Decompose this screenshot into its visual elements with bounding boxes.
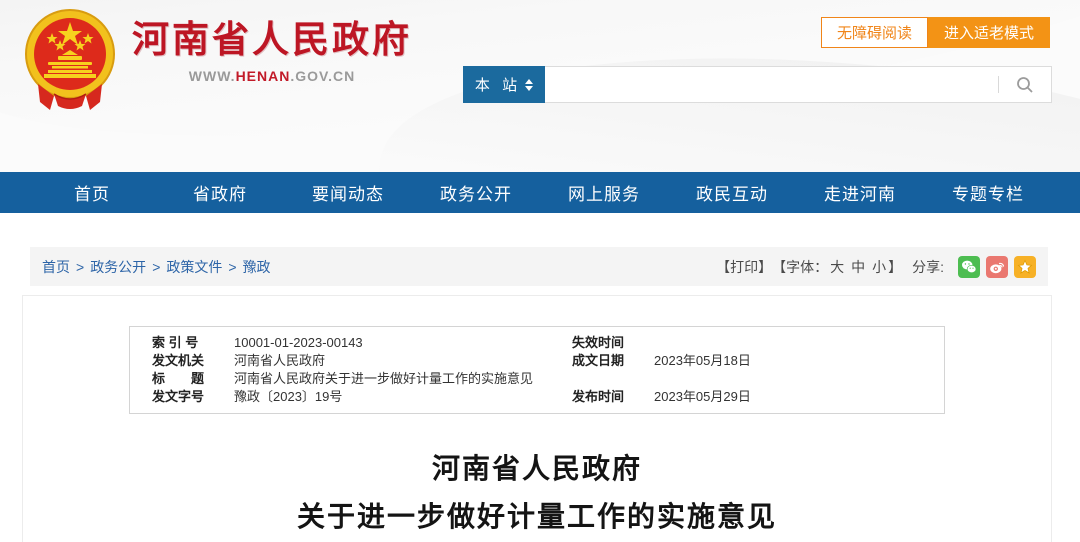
accessibility-reading-button[interactable]: 无障碍阅读 xyxy=(821,17,928,48)
font-size-small[interactable]: 小 xyxy=(872,257,886,277)
nav-item-news[interactable]: 要闻动态 xyxy=(284,180,412,205)
document-content-panel: 索 引 号 10001-01-2023-00143 失效时间 发文机关 河南省人… xyxy=(22,295,1052,542)
header-action-buttons: 无障碍阅读 进入适老模式 xyxy=(821,17,1050,48)
index-number-label: 索 引 号 xyxy=(152,334,218,352)
site-title-block: 河南省人民政府 WWW.HENAN.GOV.CN xyxy=(132,6,412,84)
document-title-line1: 河南省人民政府 xyxy=(23,446,1051,494)
breadcrumb-home[interactable]: 首页 xyxy=(42,257,70,277)
share-favorite-button[interactable] xyxy=(1014,256,1036,278)
font-size-large[interactable]: 大 xyxy=(830,257,844,277)
search-scope-select[interactable]: 本 站 xyxy=(463,66,545,103)
doc-title-label: 标 题 xyxy=(152,370,218,388)
site-logo[interactable]: 河南省人民政府 WWW.HENAN.GOV.CN xyxy=(18,6,412,114)
site-header: 河南省人民政府 WWW.HENAN.GOV.CN 无障碍阅读 进入适老模式 本 … xyxy=(0,0,1080,172)
share-wechat-button[interactable] xyxy=(958,256,980,278)
search-icon xyxy=(1016,76,1034,94)
doc-title-value: 河南省人民政府关于进一步做好计量工作的实施意见 xyxy=(234,370,922,388)
page-tools: 【打印】 【字体： 大 中 小 】 分享: xyxy=(716,256,1036,278)
expiry-date-label: 失效时间 xyxy=(572,334,638,352)
nav-item-home[interactable]: 首页 xyxy=(28,180,156,205)
search-bar: 本 站 xyxy=(463,66,1052,103)
main-navigation: 首页 省政府 要闻动态 政务公开 网上服务 政民互动 走进河南 专题专栏 xyxy=(0,172,1080,213)
metadata-row-number: 发文字号 豫政〔2023〕19号 发布时间 2023年05月29日 xyxy=(152,388,922,406)
site-title[interactable]: 河南省人民政府 xyxy=(132,18,412,62)
chevron-updown-icon xyxy=(525,79,533,91)
written-date-value: 2023年05月18日 xyxy=(654,352,922,370)
written-date-label: 成文日期 xyxy=(572,352,638,370)
search-button[interactable] xyxy=(999,67,1051,102)
print-button[interactable]: 【打印】 xyxy=(716,257,772,277)
issuing-agency-value: 河南省人民政府 xyxy=(234,352,556,370)
url-highlight: HENAN xyxy=(236,68,291,84)
search-scope-label: 本 站 xyxy=(475,74,521,95)
publish-date-label: 发布时间 xyxy=(572,388,638,406)
breadcrumb-separator: > xyxy=(228,259,236,275)
breadcrumb-bar: 首页 > 政务公开 > 政策文件 > 豫政 【打印】 【字体： 大 中 小 】 … xyxy=(30,247,1048,286)
nav-item-online-services[interactable]: 网上服务 xyxy=(540,180,668,205)
site-url: WWW.HENAN.GOV.CN xyxy=(132,68,412,84)
wechat-icon xyxy=(961,259,977,275)
star-icon xyxy=(1017,259,1033,275)
elder-mode-button[interactable]: 进入适老模式 xyxy=(928,17,1050,48)
nav-item-special-topics[interactable]: 专题专栏 xyxy=(924,180,1052,205)
page: 河南省人民政府 WWW.HENAN.GOV.CN 无障碍阅读 进入适老模式 本 … xyxy=(0,0,1080,542)
url-suffix: .GOV.CN xyxy=(290,68,355,84)
font-size-medium[interactable]: 中 xyxy=(851,257,865,277)
metadata-row-title: 标 题 河南省人民政府关于进一步做好计量工作的实施意见 xyxy=(152,370,922,388)
url-prefix: WWW. xyxy=(189,68,236,84)
breadcrumb-yuzheng[interactable]: 豫政 xyxy=(243,257,271,277)
nav-item-government-affairs[interactable]: 政务公开 xyxy=(412,180,540,205)
document-title: 河南省人民政府 关于进一步做好计量工作的实施意见 xyxy=(23,446,1051,542)
publish-date-value: 2023年05月29日 xyxy=(654,388,922,406)
share-weibo-button[interactable] xyxy=(986,256,1008,278)
breadcrumb: 首页 > 政务公开 > 政策文件 > 豫政 xyxy=(42,257,271,277)
issuing-agency-label: 发文机关 xyxy=(152,352,218,370)
metadata-row-index: 索 引 号 10001-01-2023-00143 失效时间 xyxy=(152,334,922,352)
font-size-label: 【字体： xyxy=(772,257,828,277)
share-label: 分享: xyxy=(912,257,944,277)
document-title-line2: 关于进一步做好计量工作的实施意见 xyxy=(23,494,1051,542)
metadata-row-issuer: 发文机关 河南省人民政府 成文日期 2023年05月18日 xyxy=(152,352,922,370)
nav-item-about-henan[interactable]: 走进河南 xyxy=(796,180,924,205)
doc-number-value: 豫政〔2023〕19号 xyxy=(234,388,556,406)
expiry-date-value xyxy=(654,334,922,352)
breadcrumb-gov-affairs[interactable]: 政务公开 xyxy=(90,257,146,277)
index-number-value: 10001-01-2023-00143 xyxy=(234,334,556,352)
nav-item-provincial-government[interactable]: 省政府 xyxy=(156,180,284,205)
font-size-label-close: 】 xyxy=(888,257,902,277)
document-metadata-table: 索 引 号 10001-01-2023-00143 失效时间 发文机关 河南省人… xyxy=(129,326,945,414)
nav-item-public-interaction[interactable]: 政民互动 xyxy=(668,180,796,205)
doc-number-label: 发文字号 xyxy=(152,388,218,406)
breadcrumb-policy-files[interactable]: 政策文件 xyxy=(166,257,222,277)
weibo-icon xyxy=(989,259,1005,275)
search-input[interactable] xyxy=(545,67,998,102)
breadcrumb-separator: > xyxy=(152,259,160,275)
national-emblem-icon xyxy=(18,6,122,114)
breadcrumb-separator: > xyxy=(76,259,84,275)
font-size-options: 大 中 小 xyxy=(830,257,886,277)
